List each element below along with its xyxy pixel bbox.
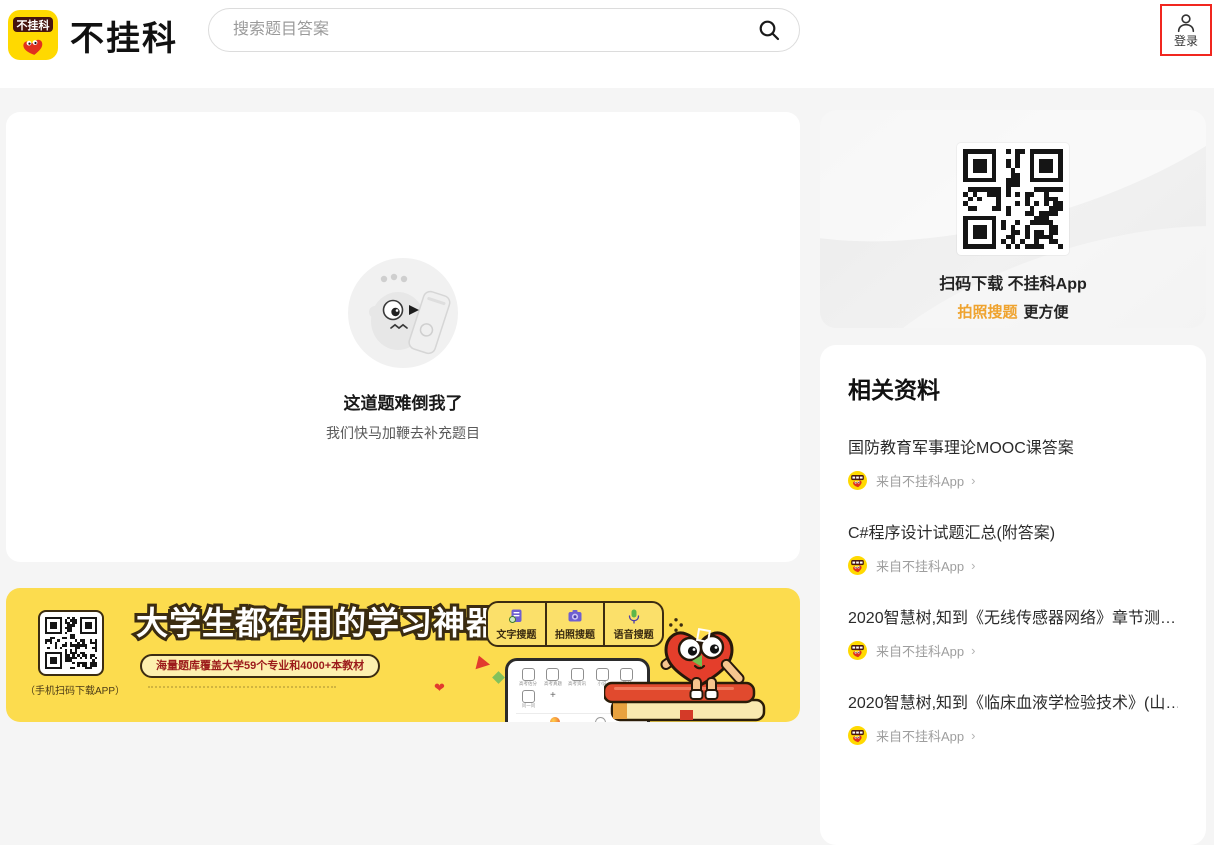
- mini-app-logo-icon: [848, 471, 867, 490]
- app-logo[interactable]: 不挂科 不挂科: [8, 10, 178, 60]
- banner-headline: 大学生都在用的学习神器: [136, 598, 499, 644]
- square-decoration: [696, 628, 711, 643]
- mini-app-logo-icon: [848, 556, 867, 575]
- red-triangle-decoration: [475, 656, 491, 673]
- related-source-row[interactable]: 来自不挂科App ›: [848, 556, 1178, 575]
- chevron-right-icon: ›: [971, 728, 975, 743]
- small-heart-decoration: ❤: [434, 680, 445, 696]
- empty-mascot-illustration: [348, 258, 458, 368]
- search-bar[interactable]: [208, 8, 800, 52]
- app-logo-icon: 不挂科: [8, 10, 58, 60]
- phone-app-icon: [550, 717, 560, 722]
- related-source-row[interactable]: 来自不挂科App ›: [848, 471, 1178, 490]
- app-promo-banner[interactable]: （手机扫码下载APP） 大学生都在用的学习神器 海量题库覆盖大学59个专业和40…: [6, 588, 800, 722]
- related-source-row[interactable]: 来自不挂科App ›: [848, 641, 1178, 660]
- related-item[interactable]: 2020智慧树,知到《无线传感器网络》章节测… 来自不挂科App ›: [848, 604, 1178, 660]
- banner-qr-code: [38, 610, 104, 676]
- download-qr-code: [957, 143, 1069, 255]
- banner-qr-caption: （手机扫码下载APP）: [20, 682, 130, 697]
- chevron-right-icon: ›: [971, 558, 975, 573]
- mini-app-logo-icon: [848, 726, 867, 745]
- empty-state-title: 这道题难倒我了: [6, 389, 800, 414]
- related-heading: 相关资料: [848, 371, 1178, 405]
- camera-search-icon: [567, 608, 583, 624]
- related-item[interactable]: 国防教育军事理论MOOC课答案 来自不挂科App ›: [848, 434, 1178, 490]
- related-item[interactable]: C#程序设计试题汇总(附答案) 来自不挂科App ›: [848, 519, 1178, 575]
- chevron-right-icon: ›: [971, 473, 975, 488]
- voice-search-icon: [626, 608, 642, 624]
- text-search-icon: [508, 608, 524, 624]
- download-qr-card: 扫码下载 不挂科App 拍照搜题更方便: [820, 110, 1206, 328]
- banner-tagline-pill: 海量题库覆盖大学59个专业和4000+本教材: [140, 654, 380, 678]
- login-button[interactable]: 登录: [1160, 4, 1212, 56]
- green-triangle-decoration: [692, 655, 702, 667]
- login-label: 登录: [1174, 34, 1198, 48]
- sparkle-decoration: [669, 618, 683, 632]
- qr-card-rest: 更方便: [1024, 304, 1069, 321]
- feature-photo-search: 拍照搜题: [545, 603, 604, 645]
- feature-text-search: 文字搜题: [488, 603, 545, 645]
- empty-state-subtitle: 我们快马加鞭去补充题目: [6, 423, 800, 443]
- related-item[interactable]: 2020智慧树,知到《临床血液学检验技术》(山… 来自不挂科App ›: [848, 689, 1178, 745]
- user-icon: [1175, 12, 1197, 34]
- green-diamond-decoration: [492, 671, 505, 684]
- logo-badge-text: 不挂科: [17, 18, 50, 32]
- empty-state-card: 这道题难倒我了 我们快马加鞭去补充题目: [6, 112, 800, 562]
- banner-dotted-line: [148, 686, 336, 688]
- search-icon[interactable]: [757, 18, 781, 42]
- chevron-right-icon: ›: [971, 643, 975, 658]
- app-wordmark: 不挂科: [70, 11, 178, 60]
- search-input[interactable]: [231, 20, 757, 40]
- header: 不挂科 不挂科 登录: [0, 0, 1214, 88]
- qr-card-line1: 扫码下载 不挂科App: [820, 270, 1206, 294]
- related-source-row[interactable]: 来自不挂科App ›: [848, 726, 1178, 745]
- mini-app-logo-icon: [848, 641, 867, 660]
- qr-card-line2: 拍照搜题更方便: [820, 301, 1206, 322]
- related-materials-card: 相关资料 国防教育军事理论MOOC课答案 来自不挂科App › C#程序设计试题…: [820, 345, 1206, 845]
- heart-mascot-on-books: [604, 628, 800, 722]
- qr-card-highlight: 拍照搜题: [957, 304, 1017, 321]
